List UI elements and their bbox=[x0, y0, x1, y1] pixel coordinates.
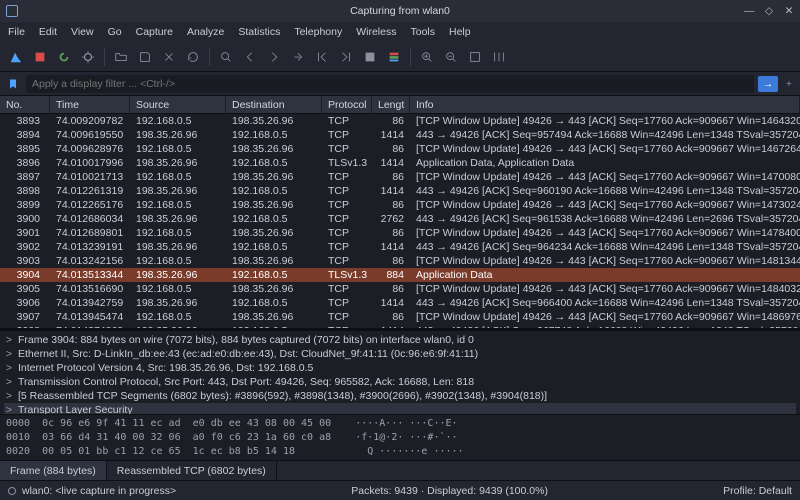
menu-view[interactable]: View bbox=[71, 26, 94, 38]
resize-columns-icon[interactable] bbox=[489, 47, 509, 67]
packet-row[interactable]: 390674.013942759198.35.26.96192.168.0.5T… bbox=[0, 296, 800, 310]
open-file-icon[interactable] bbox=[111, 47, 131, 67]
menu-telephony[interactable]: Telephony bbox=[294, 26, 342, 38]
app-icon bbox=[6, 5, 18, 17]
maximize-button[interactable]: ◇ bbox=[764, 5, 774, 17]
window-controls: — ◇ ✕ bbox=[744, 5, 794, 17]
packet-row[interactable]: 389574.009628976192.168.0.5198.35.26.96T… bbox=[0, 142, 800, 156]
packet-row[interactable]: 390474.013513344198.35.26.96192.168.0.5T… bbox=[0, 268, 800, 282]
detail-line[interactable]: Transport Layer Security bbox=[18, 403, 133, 414]
colorize-icon[interactable] bbox=[384, 47, 404, 67]
close-button[interactable]: ✕ bbox=[784, 5, 794, 17]
packet-row[interactable]: 390074.012686034198.35.26.96192.168.0.5T… bbox=[0, 212, 800, 226]
main-toolbar bbox=[0, 42, 800, 72]
col-length[interactable]: Lengt bbox=[372, 96, 410, 113]
go-back-icon[interactable] bbox=[240, 47, 260, 67]
auto-scroll-icon[interactable] bbox=[360, 47, 380, 67]
menu-tools[interactable]: Tools bbox=[410, 26, 435, 38]
packet-row[interactable]: 390574.013516690192.168.0.5198.35.26.96T… bbox=[0, 282, 800, 296]
detail-line[interactable]: Frame 3904: 884 bytes on wire (7072 bits… bbox=[18, 333, 474, 347]
tree-expander-icon[interactable]: > bbox=[4, 361, 14, 375]
packet-row[interactable]: 389974.012265176192.168.0.5198.35.26.96T… bbox=[0, 198, 800, 212]
detail-line[interactable]: Ethernet II, Src: D-LinkIn_db:ee:43 (ec:… bbox=[18, 347, 478, 361]
close-file-icon[interactable] bbox=[159, 47, 179, 67]
zoom-in-icon[interactable] bbox=[417, 47, 437, 67]
go-last-icon[interactable] bbox=[336, 47, 356, 67]
window-title: Capturing from wlan0 bbox=[350, 5, 450, 17]
packet-list-header: No. Time Source Destination Protocol Len… bbox=[0, 96, 800, 114]
packet-row[interactable]: 389474.009619550198.35.26.96192.168.0.5T… bbox=[0, 128, 800, 142]
menu-analyze[interactable]: Analyze bbox=[187, 26, 224, 38]
capture-options-icon[interactable] bbox=[78, 47, 98, 67]
go-first-icon[interactable] bbox=[312, 47, 332, 67]
detail-line[interactable]: Transmission Control Protocol, Src Port:… bbox=[18, 375, 474, 389]
packet-row[interactable]: 389774.010021713192.168.0.5198.35.26.96T… bbox=[0, 170, 800, 184]
packet-details[interactable]: > Frame 3904: 884 bytes on wire (7072 bit… bbox=[0, 330, 800, 414]
col-info[interactable]: Info bbox=[410, 96, 800, 113]
col-no[interactable]: No. bbox=[0, 96, 50, 113]
packet-row[interactable]: 390274.013239191198.35.26.96192.168.0.5T… bbox=[0, 240, 800, 254]
status-profile[interactable]: Profile: Default bbox=[723, 485, 792, 497]
col-source[interactable]: Source bbox=[130, 96, 226, 113]
col-protocol[interactable]: Protocol bbox=[322, 96, 372, 113]
packet-row[interactable]: 390174.012689801192.168.0.5198.35.26.96T… bbox=[0, 226, 800, 240]
shark-fin-icon[interactable] bbox=[6, 47, 26, 67]
detail-line[interactable]: Internet Protocol Version 4, Src: 198.35… bbox=[18, 361, 313, 375]
stop-capture-button[interactable] bbox=[30, 47, 50, 67]
tree-expander-icon[interactable]: > bbox=[4, 375, 14, 389]
filter-bar: → + bbox=[0, 72, 800, 96]
col-time[interactable]: Time bbox=[50, 96, 130, 113]
find-icon[interactable] bbox=[216, 47, 236, 67]
add-filter-button[interactable]: + bbox=[782, 77, 796, 91]
packet-row[interactable]: 389674.010017996198.35.26.96192.168.0.5T… bbox=[0, 156, 800, 170]
bytes-tabs: Frame (884 bytes)Reassembled TCP (6802 b… bbox=[0, 460, 800, 480]
expert-info-icon[interactable] bbox=[8, 487, 16, 495]
display-filter-input[interactable] bbox=[26, 75, 754, 93]
packet-row[interactable]: 389374.009209782192.168.0.5198.35.26.96T… bbox=[0, 114, 800, 128]
menu-go[interactable]: Go bbox=[108, 26, 122, 38]
bytes-tab[interactable]: Reassembled TCP (6802 bytes) bbox=[107, 461, 277, 480]
bytes-tab[interactable]: Frame (884 bytes) bbox=[0, 461, 107, 480]
zoom-reset-icon[interactable] bbox=[465, 47, 485, 67]
menu-help[interactable]: Help bbox=[449, 26, 471, 38]
packet-row[interactable]: 389874.012261319198.35.26.96192.168.0.5T… bbox=[0, 184, 800, 198]
status-left: wlan0: <live capture in progress> bbox=[22, 485, 176, 497]
tree-expander-icon[interactable]: > bbox=[4, 403, 14, 414]
packet-row[interactable]: 390774.013945474192.168.0.5198.35.26.96T… bbox=[0, 310, 800, 324]
status-bar: wlan0: <live capture in progress> Packet… bbox=[0, 480, 800, 500]
menu-wireless[interactable]: Wireless bbox=[356, 26, 396, 38]
packet-bytes[interactable]: 0000 0c 96 e6 9f 41 11 ec ad e0 db ee 43… bbox=[0, 414, 800, 460]
tree-expander-icon[interactable]: > bbox=[4, 347, 14, 361]
bookmark-filter-icon[interactable] bbox=[4, 75, 22, 93]
go-to-icon[interactable] bbox=[288, 47, 308, 67]
packet-row[interactable]: 390374.013242156192.168.0.5198.35.26.96T… bbox=[0, 254, 800, 268]
titlebar: Capturing from wlan0 — ◇ ✕ bbox=[0, 0, 800, 22]
restart-capture-button[interactable] bbox=[54, 47, 74, 67]
reload-icon[interactable] bbox=[183, 47, 203, 67]
detail-line[interactable]: [5 Reassembled TCP Segments (6802 bytes)… bbox=[18, 389, 547, 403]
menu-capture[interactable]: Capture bbox=[136, 26, 173, 38]
go-forward-icon[interactable] bbox=[264, 47, 284, 67]
apply-filter-button[interactable]: → bbox=[758, 76, 778, 92]
menubar: File Edit View Go Capture Analyze Statistics Te… bbox=[0, 22, 800, 42]
tree-expander-icon[interactable]: > bbox=[4, 389, 14, 403]
zoom-out-icon[interactable] bbox=[441, 47, 461, 67]
menu-file[interactable]: File bbox=[8, 26, 25, 38]
packet-list[interactable]: 389374.009209782192.168.0.5198.35.26.96T… bbox=[0, 114, 800, 328]
status-packets: Packets: 9439 · Displayed: 9439 (100.0%) bbox=[351, 485, 548, 497]
minimize-button[interactable]: — bbox=[744, 5, 754, 17]
menu-edit[interactable]: Edit bbox=[39, 26, 57, 38]
col-destination[interactable]: Destination bbox=[226, 96, 322, 113]
tree-expander-icon[interactable]: > bbox=[4, 333, 14, 347]
menu-statistics[interactable]: Statistics bbox=[238, 26, 280, 38]
save-icon[interactable] bbox=[135, 47, 155, 67]
